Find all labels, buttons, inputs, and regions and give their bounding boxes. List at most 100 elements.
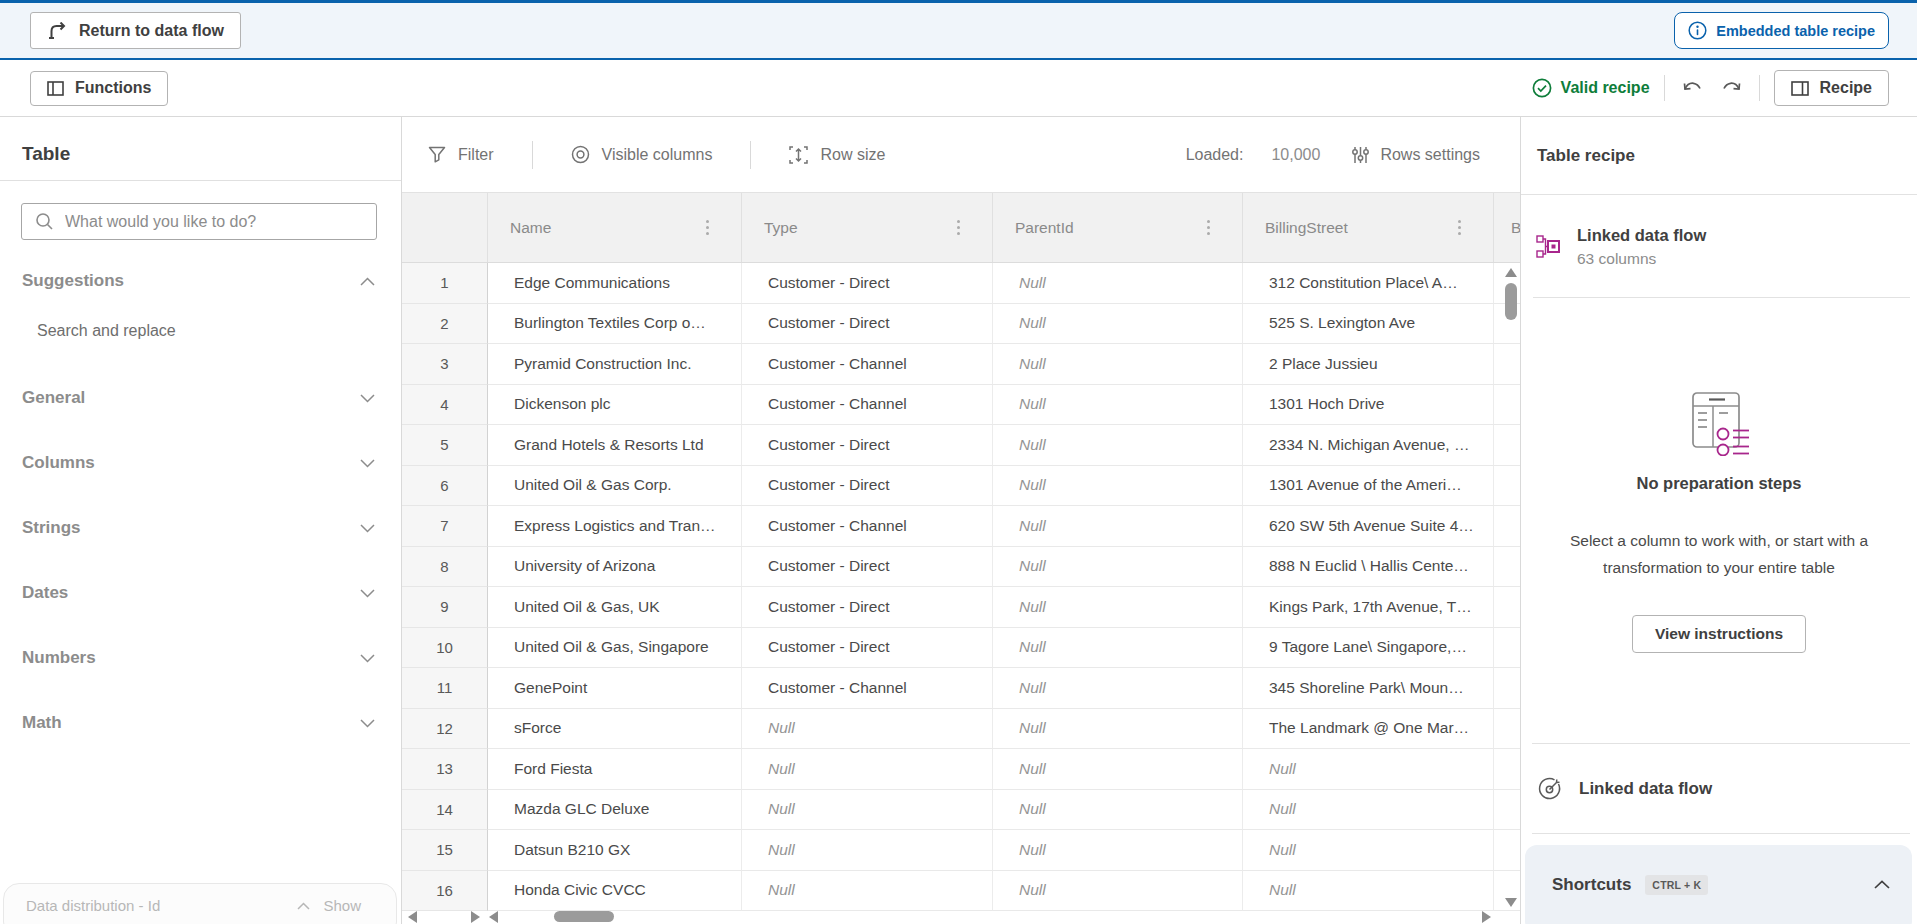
horizontal-scrollbar[interactable] xyxy=(402,911,1520,923)
table-cell[interactable]: Edge Communications xyxy=(488,263,742,304)
sidebar-section-math[interactable]: Math xyxy=(0,714,401,732)
table-cell[interactable]: 525 S. Lexington Ave xyxy=(1243,304,1494,345)
row-number[interactable]: 10 xyxy=(402,628,488,669)
table-cell[interactable]: Null xyxy=(993,871,1243,912)
table-cell[interactable]: Null xyxy=(993,668,1243,709)
table-cell[interactable]: Null xyxy=(993,466,1243,507)
table-cell[interactable]: Null xyxy=(1243,749,1494,790)
row-number[interactable]: 15 xyxy=(402,830,488,871)
row-number[interactable]: 4 xyxy=(402,385,488,426)
redo-button[interactable] xyxy=(1718,79,1745,97)
shortcuts-bar[interactable]: Shortcuts CTRL + K xyxy=(1525,845,1912,924)
table-cell[interactable]: 1301 Avenue of the Ameri… xyxy=(1243,466,1494,507)
table-cell[interactable]: Ford Fiesta xyxy=(488,749,742,790)
search-input[interactable] xyxy=(63,212,366,232)
table-cell[interactable]: Null xyxy=(742,830,993,871)
table-cell[interactable]: Null xyxy=(993,749,1243,790)
table-cell[interactable]: Null xyxy=(1243,871,1494,912)
table-cell[interactable]: Customer - Direct xyxy=(742,547,993,588)
table-cell[interactable]: Customer - Direct xyxy=(742,466,993,507)
recipe-button[interactable]: Recipe xyxy=(1774,70,1889,106)
table-cell[interactable]: Customer - Direct xyxy=(742,587,993,628)
table-cell[interactable]: University of Arizona xyxy=(488,547,742,588)
table-cell[interactable]: 2334 N. Michigan Avenue, … xyxy=(1243,425,1494,466)
column-header-type[interactable]: Type xyxy=(742,193,993,262)
table-cell[interactable]: Dickenson plc xyxy=(488,385,742,426)
table-cell[interactable]: Customer - Channel xyxy=(742,506,993,547)
row-number[interactable]: 1 xyxy=(402,263,488,304)
sidebar-section-suggestions[interactable]: Suggestions xyxy=(0,272,401,290)
row-number[interactable]: 6 xyxy=(402,466,488,507)
table-cell[interactable]: Express Logistics and Tran… xyxy=(488,506,742,547)
row-number[interactable]: 8 xyxy=(402,547,488,588)
column-menu-icon[interactable] xyxy=(957,220,960,235)
table-cell[interactable]: Null xyxy=(993,425,1243,466)
row-number[interactable]: 16 xyxy=(402,871,488,912)
column-header-billingstreet[interactable]: BillingStreet xyxy=(1243,193,1494,262)
table-cell[interactable]: Null xyxy=(993,830,1243,871)
sidebar-section-dates[interactable]: Dates xyxy=(0,584,401,602)
table-cell[interactable]: 312 Constitution Place\ A… xyxy=(1243,263,1494,304)
data-distribution-bar[interactable]: Data distribution - Id Show xyxy=(3,883,397,924)
show-button[interactable]: Show xyxy=(323,897,361,914)
table-cell[interactable]: Null xyxy=(993,385,1243,426)
column-menu-icon[interactable] xyxy=(1458,220,1461,235)
row-number[interactable]: 12 xyxy=(402,709,488,750)
table-cell[interactable]: Null xyxy=(742,709,993,750)
undo-button[interactable] xyxy=(1679,79,1706,97)
table-cell[interactable]: Null xyxy=(1243,790,1494,831)
scroll-right-arrow[interactable] xyxy=(1482,911,1491,923)
table-cell[interactable]: Customer - Channel xyxy=(742,385,993,426)
linked-data-flow-source[interactable]: Linked data flow 63 columns xyxy=(1521,195,1917,298)
table-cell[interactable]: Customer - Direct xyxy=(742,304,993,345)
table-cell[interactable]: United Oil & Gas, UK xyxy=(488,587,742,628)
filter-button[interactable]: Filter xyxy=(428,146,494,164)
sidebar-section-columns[interactable]: Columns xyxy=(0,454,401,472)
chevron-up-icon[interactable] xyxy=(1874,880,1890,889)
frozen-scroll-left-arrow[interactable] xyxy=(408,911,417,923)
row-number[interactable]: 9 xyxy=(402,587,488,628)
row-number[interactable]: 13 xyxy=(402,749,488,790)
vertical-scrollbar[interactable] xyxy=(1503,268,1519,907)
table-cell[interactable]: Null xyxy=(993,628,1243,669)
table-cell[interactable]: Customer - Channel xyxy=(742,344,993,385)
table-cell[interactable]: Honda Civic CVCC xyxy=(488,871,742,912)
table-cell[interactable]: Null xyxy=(993,587,1243,628)
row-number[interactable]: 5 xyxy=(402,425,488,466)
visible-columns-button[interactable]: Visible columns xyxy=(571,145,713,164)
table-cell[interactable]: 2 Place Jussieu xyxy=(1243,344,1494,385)
table-cell[interactable]: Pyramid Construction Inc. xyxy=(488,344,742,385)
table-cell[interactable]: The Landmark @ One Mar… xyxy=(1243,709,1494,750)
table-cell[interactable]: 345 Shoreline Park\ Moun… xyxy=(1243,668,1494,709)
rows-settings-button[interactable]: Rows settings xyxy=(1352,146,1480,164)
table-cell[interactable]: Datsun B210 GX xyxy=(488,830,742,871)
table-cell[interactable]: United Oil & Gas, Singapore xyxy=(488,628,742,669)
column-menu-icon[interactable] xyxy=(1207,220,1210,235)
row-size-button[interactable]: Row size xyxy=(789,146,885,164)
column-header-bi[interactable]: Bi xyxy=(1494,193,1520,262)
table-cell[interactable]: Null xyxy=(742,871,993,912)
table-cell[interactable]: Null xyxy=(742,749,993,790)
row-number[interactable]: 3 xyxy=(402,344,488,385)
functions-button[interactable]: Functions xyxy=(30,71,168,106)
scroll-left-arrow[interactable] xyxy=(489,911,498,923)
embedded-table-recipe-button[interactable]: Embedded table recipe xyxy=(1674,12,1889,49)
table-cell[interactable]: GenePoint xyxy=(488,668,742,709)
row-number[interactable]: 2 xyxy=(402,304,488,345)
table-cell[interactable]: 620 SW 5th Avenue Suite 4… xyxy=(1243,506,1494,547)
sidebar-section-numbers[interactable]: Numbers xyxy=(0,649,401,667)
sidebar-section-general[interactable]: General xyxy=(0,389,401,407)
sidebar-section-strings[interactable]: Strings xyxy=(0,519,401,537)
table-cell[interactable]: Null xyxy=(1243,830,1494,871)
table-cell[interactable]: Null xyxy=(993,304,1243,345)
table-cell[interactable]: Mazda GLC Deluxe xyxy=(488,790,742,831)
column-header-parentid[interactable]: ParentId xyxy=(993,193,1243,262)
table-cell[interactable]: Burlington Textiles Corp o… xyxy=(488,304,742,345)
table-cell[interactable]: Customer - Direct xyxy=(742,263,993,304)
sidebar-item[interactable]: Search and replace xyxy=(0,322,401,340)
table-cell[interactable]: Null xyxy=(993,344,1243,385)
linked-data-flow-link[interactable]: Linked data flow xyxy=(1521,743,1917,834)
table-cell[interactable]: Customer - Direct xyxy=(742,425,993,466)
table-cell[interactable]: United Oil & Gas Corp. xyxy=(488,466,742,507)
row-number[interactable]: 11 xyxy=(402,668,488,709)
